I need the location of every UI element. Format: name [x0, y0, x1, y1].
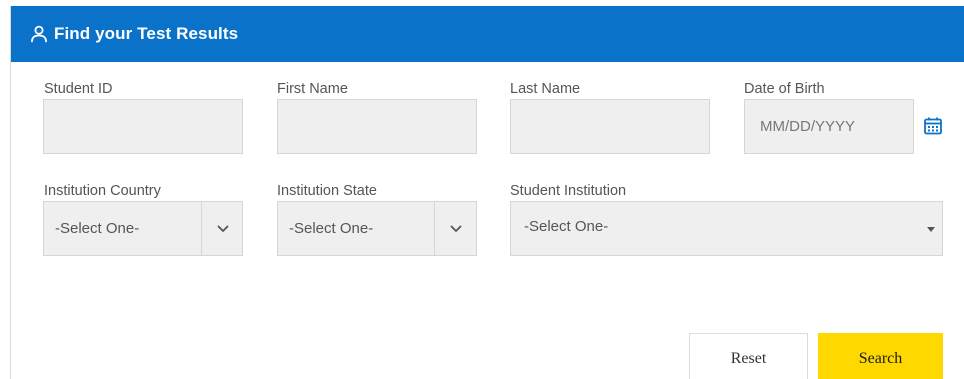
reset-button[interactable]: Reset [689, 333, 808, 379]
page: Find your Test Results Student ID First … [0, 0, 964, 379]
institution-country-label: Institution Country [44, 183, 161, 199]
student-id-label: Student ID [44, 81, 113, 97]
first-name-input[interactable] [277, 99, 477, 154]
chevron-down-icon[interactable] [435, 202, 477, 255]
institution-state-value: -Select One- [289, 220, 374, 237]
student-institution-value: -Select One- [524, 218, 609, 235]
user-icon [28, 23, 50, 45]
search-button[interactable]: Search [818, 333, 943, 379]
student-id-input[interactable] [43, 99, 243, 154]
chevron-down-icon[interactable] [202, 202, 243, 255]
panel-header: Find your Test Results [11, 6, 964, 62]
first-name-label: First Name [277, 81, 348, 97]
student-institution-label: Student Institution [510, 183, 627, 199]
date-of-birth-label: Date of Birth [744, 81, 825, 97]
student-institution-select[interactable]: -Select One- [510, 201, 943, 256]
last-name-input[interactable] [510, 99, 710, 154]
last-name-label: Last Name [510, 81, 581, 97]
date-of-birth-placeholder: MM/DD/YYYY [760, 118, 856, 135]
date-of-birth-input[interactable]: MM/DD/YYYY [744, 99, 914, 154]
institution-state-select[interactable]: -Select One- [277, 201, 477, 256]
institution-state-label: Institution State [277, 183, 377, 199]
calendar-icon[interactable] [923, 116, 943, 141]
panel-title: Find your Test Results [54, 24, 239, 43]
institution-country-select[interactable]: -Select One- [43, 201, 243, 256]
institution-country-value: -Select One- [55, 220, 140, 237]
caret-down-icon[interactable] [927, 227, 935, 232]
